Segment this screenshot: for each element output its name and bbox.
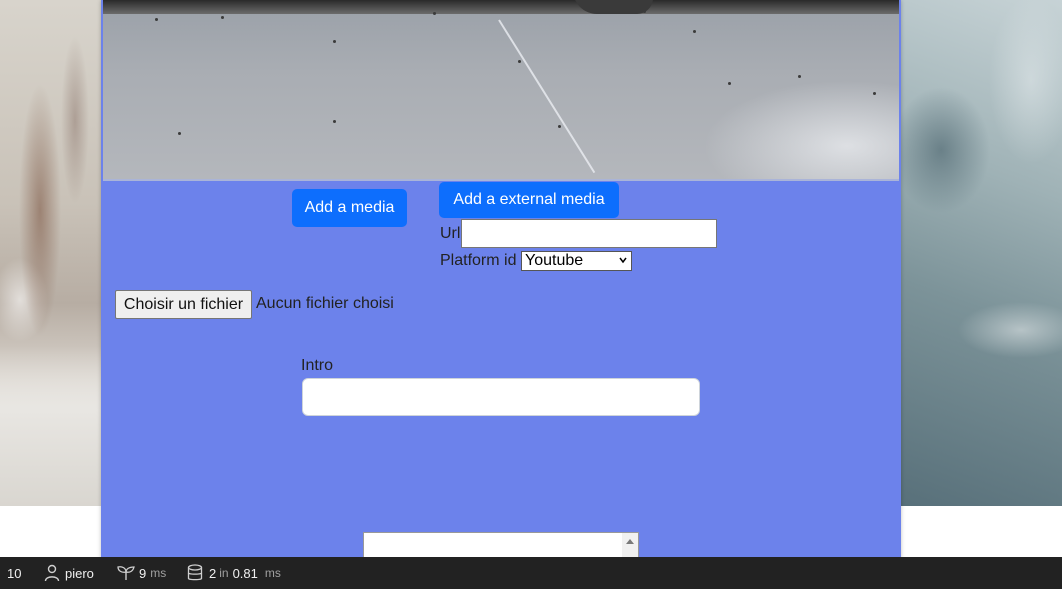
background-left-image xyxy=(0,0,103,506)
db-time: 0.81 xyxy=(232,565,258,581)
preview-speck xyxy=(518,60,521,63)
toolbar-status[interactable]: 10 xyxy=(7,557,21,589)
add-external-media-button[interactable]: Add a external media xyxy=(439,182,619,218)
chevron-down-icon xyxy=(619,257,627,264)
debug-toolbar: 10 piero 9 ms 2 in 0.81 ms xyxy=(0,557,1062,589)
user-icon xyxy=(44,564,60,582)
media-preview-image xyxy=(103,0,899,181)
preview-top-band xyxy=(103,0,899,14)
scroll-up-arrow-icon[interactable] xyxy=(626,539,634,544)
add-media-button[interactable]: Add a media xyxy=(292,189,407,227)
db-query-count: 2 xyxy=(209,565,217,581)
preview-speck xyxy=(333,120,336,123)
url-input[interactable] xyxy=(461,219,717,248)
toolbar-user[interactable]: piero xyxy=(44,557,94,589)
preview-speck xyxy=(873,92,876,95)
preview-speck xyxy=(333,40,336,43)
database-icon xyxy=(187,564,203,581)
preview-speck xyxy=(178,132,181,135)
media-form-card: Add a media Add a external media Url Pla… xyxy=(101,0,901,560)
preview-speck xyxy=(155,18,158,21)
file-status-text: Aucun fichier choisi xyxy=(256,295,394,312)
choose-file-button[interactable]: Choisir un fichier xyxy=(115,290,252,319)
preview-speck xyxy=(693,30,696,33)
toolbar-database[interactable]: 2 in 0.81 ms xyxy=(187,557,281,589)
url-label: Url xyxy=(440,225,461,242)
preview-cloud xyxy=(703,80,899,179)
preview-speck xyxy=(798,75,801,78)
water-scenery xyxy=(901,0,1062,506)
toolbar-time[interactable]: 9 ms xyxy=(117,557,166,589)
status-code: 10 xyxy=(7,565,22,581)
preview-speck xyxy=(728,82,731,85)
background-right-image xyxy=(901,0,1062,506)
platform-select[interactable]: Youtube xyxy=(521,251,632,271)
textarea-scrollbar[interactable] xyxy=(622,533,638,559)
preview-speck xyxy=(433,12,436,15)
time-unit: ms xyxy=(150,566,167,580)
username: piero xyxy=(65,565,94,581)
intro-label: Intro xyxy=(301,357,334,374)
platform-id-label: Platform id xyxy=(440,252,517,269)
time-value: 9 xyxy=(139,565,147,581)
platform-select-value: Youtube xyxy=(525,252,584,269)
preview-speck xyxy=(558,125,561,128)
snow-scenery xyxy=(0,346,103,506)
intro-input[interactable] xyxy=(302,378,700,416)
preview-streak xyxy=(498,19,596,174)
sprout-icon xyxy=(117,566,135,580)
preview-speck xyxy=(643,10,646,13)
content-textarea[interactable] xyxy=(363,532,639,560)
db-in-text: in xyxy=(219,566,229,580)
db-time-unit: ms xyxy=(264,566,281,580)
preview-speck xyxy=(221,16,224,19)
